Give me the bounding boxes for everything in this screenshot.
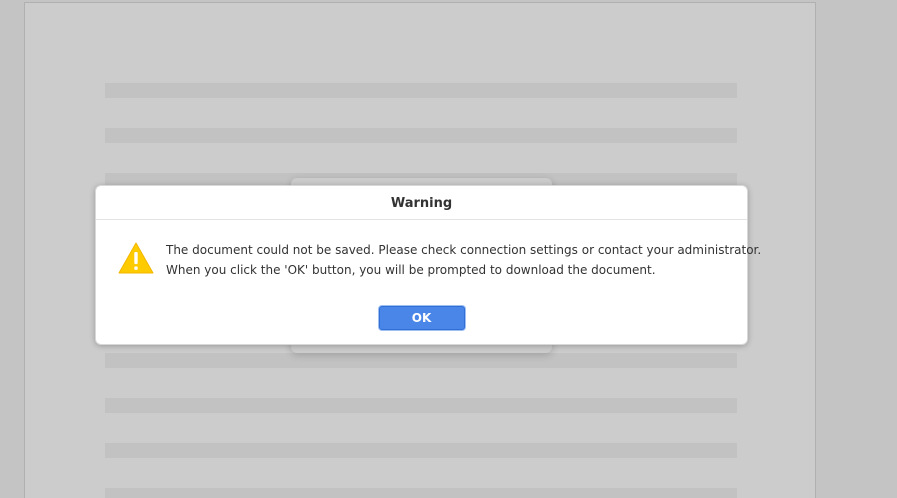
document-text-line: [105, 353, 737, 368]
warning-icon: [118, 242, 154, 274]
message-line: The document could not be saved. Please …: [166, 243, 762, 257]
dialog-message: The document could not be saved. Please …: [166, 240, 762, 280]
message-line: When you click the 'OK' button, you will…: [166, 263, 656, 277]
document-text-line: [105, 488, 737, 498]
document-text-line: [105, 128, 737, 143]
dialog-body: The document could not be saved. Please …: [96, 220, 762, 302]
app-stage: Warning The document could not be saved.…: [0, 0, 897, 498]
document-text-line: [105, 443, 737, 458]
ok-button[interactable]: OK: [378, 306, 465, 330]
dialog-footer: OK: [96, 306, 747, 330]
document-text-line: [105, 398, 737, 413]
dialog-title: Warning: [390, 196, 453, 211]
document-text-line: [105, 83, 737, 98]
dialog-header: Warning: [96, 186, 747, 220]
warning-dialog: Warning The document could not be saved.…: [95, 185, 762, 345]
